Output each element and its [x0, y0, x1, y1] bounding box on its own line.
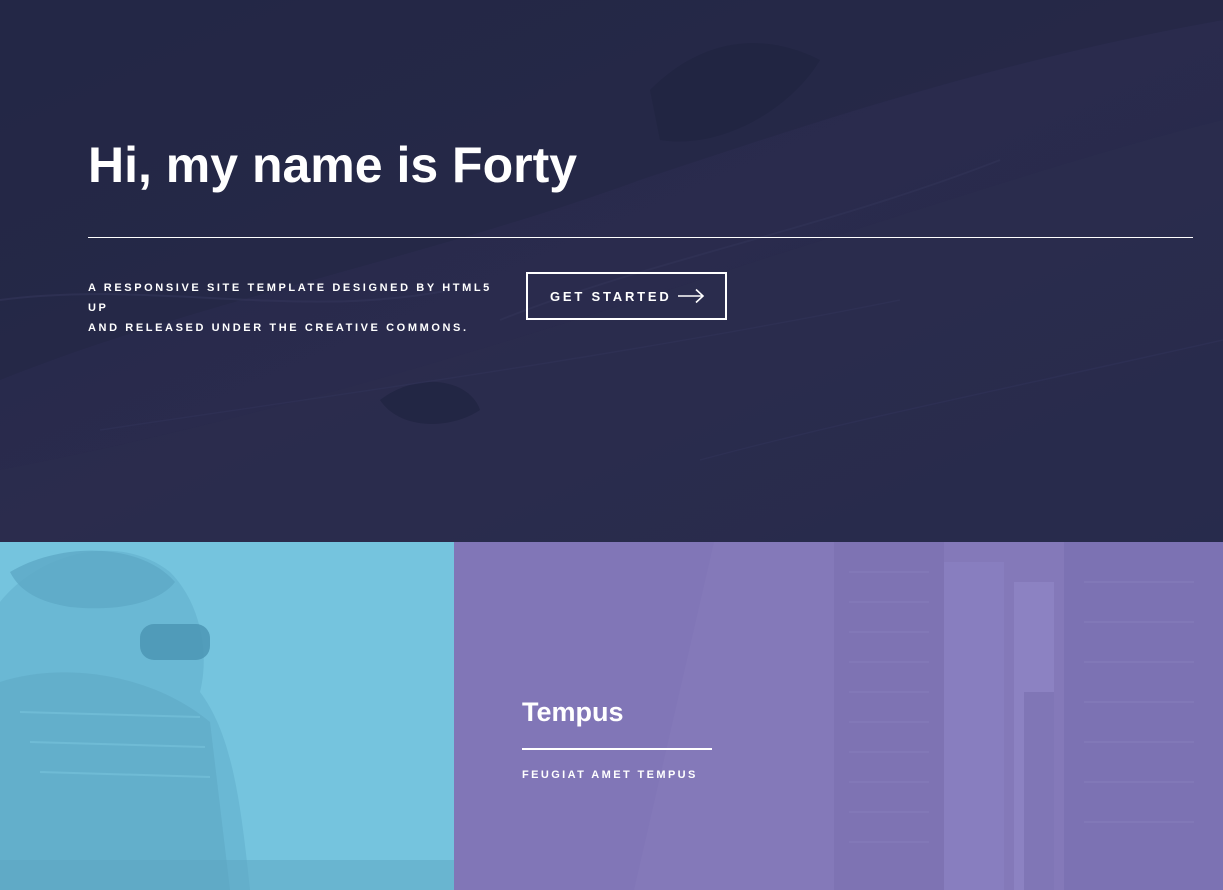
- get-started-button[interactable]: Get Started: [526, 272, 727, 320]
- banner: Hi, my name is Forty A responsive site t…: [0, 0, 1223, 542]
- banner-description: A responsive site template designed by H…: [88, 278, 518, 338]
- get-started-label: Get Started: [550, 288, 672, 304]
- tile-tempus-subtitle: feugiat amet tempus: [522, 769, 698, 781]
- arrow-right-icon: [678, 288, 705, 304]
- banner-divider: [88, 237, 1193, 238]
- banner-background-image: [0, 0, 1223, 542]
- banner-description-line-1: A responsive site template designed by H…: [88, 282, 492, 314]
- tile-tempus-divider: [522, 748, 712, 750]
- banner-title: Hi, my name is Forty: [88, 137, 578, 193]
- tile-left-background-image: [0, 542, 454, 890]
- banner-description-line-2: and released under the Creative Commons.: [88, 322, 469, 334]
- tile-left[interactable]: [0, 542, 454, 890]
- tile-tempus[interactable]: Tempus feugiat amet tempus: [454, 542, 1223, 890]
- tile-tempus-title: Tempus: [522, 697, 624, 727]
